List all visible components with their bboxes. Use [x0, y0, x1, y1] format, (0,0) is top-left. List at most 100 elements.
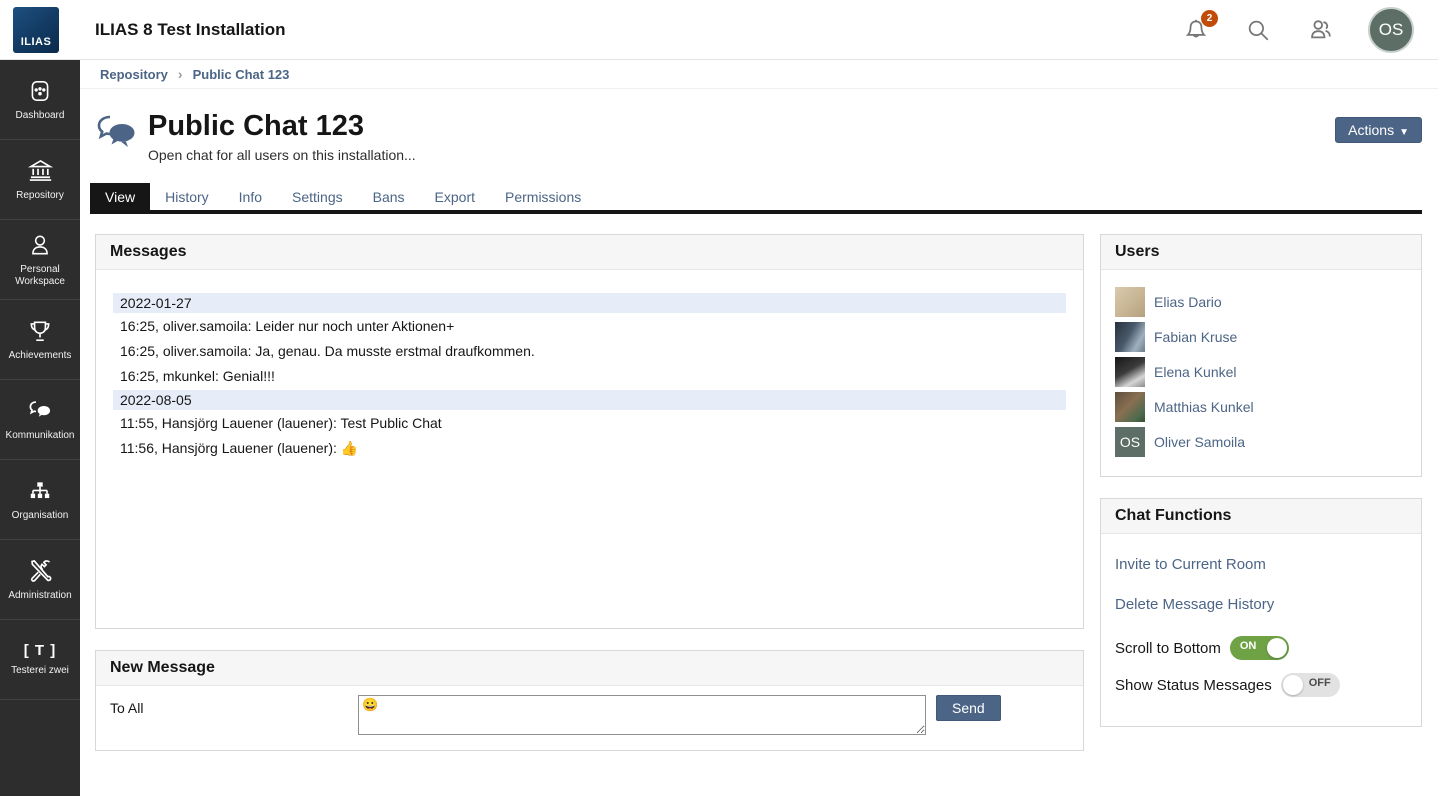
topbar-actions: 2 OS: [1182, 7, 1438, 53]
toggle-state-text: OFF: [1309, 677, 1331, 689]
tab-permissions[interactable]: Permissions: [490, 183, 596, 210]
main-content: Repository › Public Chat 123 Public Chat…: [80, 60, 1438, 796]
chevron-right-icon: ›: [178, 66, 183, 82]
user-photo-avatar: [1115, 287, 1145, 317]
chat-message: 11:55, Hansjörg Lauener (lauener): Test …: [113, 411, 1066, 436]
sidebar-item-testerei-zwei[interactable]: [ T ] Testerei zwei: [0, 620, 80, 700]
tab-info[interactable]: Info: [224, 183, 277, 210]
breadcrumb-repository[interactable]: Repository: [100, 67, 168, 82]
user-link[interactable]: Oliver Samoila: [1154, 434, 1245, 450]
date-separator: 2022-08-05: [113, 390, 1066, 410]
left-column: Messages 2022-01-27 16:25, oliver.samoil…: [95, 234, 1084, 751]
actions-button[interactable]: Actions▼: [1335, 117, 1422, 143]
content-columns: Messages 2022-01-27 16:25, oliver.samoil…: [80, 214, 1438, 751]
who-is-online-button[interactable]: [1306, 16, 1334, 44]
message-input-wrap: 😀: [358, 695, 926, 740]
messages-panel: Messages 2022-01-27 16:25, oliver.samoil…: [95, 234, 1084, 629]
chat-message: 16:25, oliver.samoila: Leider nur noch u…: [113, 314, 1066, 339]
scroll-to-bottom-row: Scroll to Bottom ON: [1115, 636, 1407, 660]
show-status-messages-row: Show Status Messages OFF: [1115, 673, 1407, 697]
user-link[interactable]: Matthias Kunkel: [1154, 399, 1254, 415]
chat-message: 16:25, mkunkel: Genial!!!: [113, 364, 1066, 389]
chat-object-icon: [96, 114, 138, 152]
person-icon: [27, 232, 53, 258]
scroll-to-bottom-toggle[interactable]: ON: [1230, 636, 1289, 660]
ilias-logo-text: ILIAS: [21, 36, 52, 48]
toggle-knob: [1283, 675, 1303, 695]
caret-down-icon: ▼: [1399, 127, 1409, 138]
right-column: Users Elias Dario Fabian Kruse Elena Kun…: [1100, 234, 1422, 751]
breadcrumb-public-chat[interactable]: Public Chat 123: [193, 67, 290, 82]
user-link[interactable]: Elena Kunkel: [1154, 364, 1237, 380]
send-button[interactable]: Send: [936, 695, 1001, 721]
user-link[interactable]: Elias Dario: [1154, 294, 1222, 310]
user-photo-avatar: [1115, 322, 1145, 352]
scroll-to-bottom-label: Scroll to Bottom: [1115, 640, 1221, 657]
tab-bans[interactable]: Bans: [358, 183, 420, 210]
sidebar-item-label: Administration: [5, 590, 74, 602]
show-status-messages-label: Show Status Messages: [1115, 677, 1272, 694]
user-link[interactable]: Fabian Kruse: [1154, 329, 1237, 345]
new-message-form: To All 😀 Send: [96, 686, 1083, 750]
tab-export[interactable]: Export: [420, 183, 490, 210]
notification-badge: 2: [1201, 10, 1218, 27]
sidebar-item-personal-workspace[interactable]: Personal Workspace: [0, 220, 80, 300]
tab-bar: View History Info Settings Bans Export P…: [90, 183, 1422, 214]
ilias-logo[interactable]: ILIAS: [13, 7, 59, 53]
new-message-panel: New Message To All 😀 Send: [95, 650, 1084, 751]
dashboard-icon: [27, 78, 53, 104]
tools-icon: [27, 557, 54, 584]
user-avatar[interactable]: OS: [1368, 7, 1414, 53]
top-bar: ILIAS ILIAS 8 Test Installation 2: [0, 0, 1438, 60]
tab-view[interactable]: View: [90, 183, 150, 210]
user-row: Elias Dario: [1115, 287, 1407, 317]
user-row: OS Oliver Samoila: [1115, 427, 1407, 457]
sidebar-item-label: Kommunikation: [3, 430, 78, 442]
users-panel-header: Users: [1101, 235, 1421, 270]
toggle-knob: [1267, 638, 1287, 658]
user-avatar-initials: OS: [1379, 20, 1404, 40]
users-panel-title: Users: [1115, 243, 1407, 261]
breadcrumb: Repository › Public Chat 123: [80, 60, 1438, 89]
messages-panel-header: Messages: [96, 235, 1083, 270]
recipient-label: To All: [110, 695, 358, 716]
sidebar-item-kommunikation[interactable]: Kommunikation: [0, 380, 80, 460]
new-message-panel-title: New Message: [110, 659, 1069, 677]
sidebar-item-repository[interactable]: Repository: [0, 140, 80, 220]
emoji-picker-button[interactable]: 😀: [362, 698, 378, 712]
users-icon: [1307, 16, 1334, 43]
sidebar-item-label: Testerei zwei: [8, 665, 72, 677]
show-status-messages-toggle[interactable]: OFF: [1281, 673, 1340, 697]
search-button[interactable]: [1244, 16, 1272, 44]
page-subtitle: Open chat for all users on this installa…: [148, 147, 416, 163]
chat-message: 16:25, oliver.samoila: Ja, genau. Da mus…: [113, 339, 1066, 364]
toggle-state-text: ON: [1240, 640, 1257, 652]
chat-bubbles-icon: [27, 397, 54, 424]
sidebar-item-label: Achievements: [6, 350, 75, 362]
notifications-button[interactable]: 2: [1182, 16, 1210, 44]
sidebar-item-organisation[interactable]: Organisation: [0, 460, 80, 540]
user-row: Elena Kunkel: [1115, 357, 1407, 387]
delete-message-history-link[interactable]: Delete Message History: [1115, 596, 1407, 613]
invite-to-current-room-link[interactable]: Invite to Current Room: [1115, 556, 1407, 573]
message-input[interactable]: [358, 695, 926, 735]
tab-history[interactable]: History: [150, 183, 224, 210]
chat-functions-panel: Chat Functions Invite to Current Room De…: [1100, 498, 1422, 727]
sidebar-item-administration[interactable]: Administration: [0, 540, 80, 620]
chat-functions-body: Invite to Current Room Delete Message Hi…: [1101, 534, 1421, 726]
users-list: Elias Dario Fabian Kruse Elena Kunkel Ma…: [1101, 270, 1421, 476]
messages-list[interactable]: 2022-01-27 16:25, oliver.samoila: Leider…: [96, 270, 1083, 628]
user-initials-avatar: OS: [1115, 427, 1145, 457]
users-panel: Users Elias Dario Fabian Kruse Elena Kun…: [1100, 234, 1422, 477]
chat-functions-panel-title: Chat Functions: [1115, 507, 1407, 525]
orgchart-icon: [27, 478, 53, 504]
tab-settings[interactable]: Settings: [277, 183, 358, 210]
bracket-t-icon: [ T ]: [24, 642, 57, 659]
sidebar-item-dashboard[interactable]: Dashboard: [0, 60, 80, 140]
messages-panel-title: Messages: [110, 243, 1069, 261]
page-header-text: Public Chat 123 Open chat for all users …: [148, 110, 416, 163]
chat-functions-panel-header: Chat Functions: [1101, 499, 1421, 534]
sidebar-item-label: Personal Workspace: [0, 264, 80, 288]
sidebar-item-achievements[interactable]: Achievements: [0, 300, 80, 380]
sidebar-item-label: Repository: [13, 190, 67, 202]
